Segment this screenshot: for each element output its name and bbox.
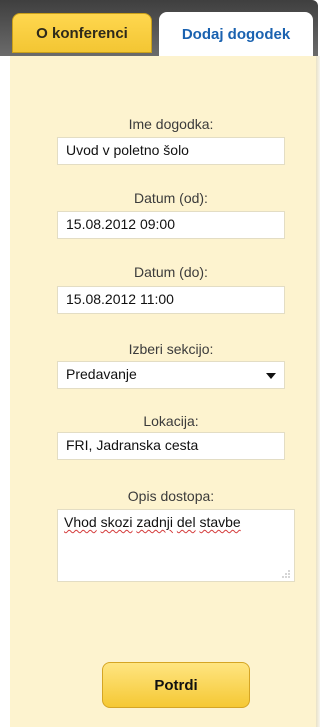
date-to-input[interactable]: 15.08.2012 11:00 bbox=[57, 286, 285, 314]
access-description-textarea[interactable]: Vhod skozi zadnji del stavbe bbox=[57, 509, 295, 582]
resize-grip-icon[interactable] bbox=[280, 568, 290, 578]
access-word: skozi bbox=[100, 514, 133, 530]
tab-about-label: O konferenci bbox=[36, 24, 128, 42]
confirm-button[interactable]: Potrdi bbox=[102, 662, 250, 708]
section-label: Izberi sekcijo: bbox=[128, 341, 214, 357]
access-word: stavbe bbox=[199, 514, 241, 530]
tab-add-event[interactable]: Dodaj dogodek bbox=[159, 12, 313, 56]
section-select[interactable]: Predavanje bbox=[57, 361, 285, 389]
panel-shadow bbox=[316, 56, 320, 727]
event-name-label: Ime dogodka: bbox=[128, 116, 214, 132]
location-label: Lokacija: bbox=[143, 413, 199, 429]
tab-add-label: Dodaj dogodek bbox=[181, 25, 291, 43]
access-word: del bbox=[176, 514, 196, 530]
tab-about-conference[interactable]: O konferenci bbox=[12, 13, 152, 53]
date-from-label: Datum (od): bbox=[134, 190, 208, 206]
date-from-input[interactable]: 15.08.2012 09:00 bbox=[57, 211, 285, 239]
confirm-button-label: Potrdi bbox=[154, 676, 198, 694]
chevron-down-icon bbox=[266, 373, 276, 379]
access-word: Vhod bbox=[64, 514, 97, 530]
section-selected-value: Predavanje bbox=[66, 366, 137, 382]
location-input[interactable]: FRI, Jadranska cesta bbox=[57, 432, 285, 460]
event-name-input[interactable]: Uvod v poletno šolo bbox=[57, 137, 285, 165]
access-word: zadnji bbox=[136, 514, 173, 530]
date-to-label: Datum (do): bbox=[134, 264, 208, 280]
access-description-label: Opis dostopa: bbox=[127, 488, 215, 504]
tab-bar: O konferenci Dodaj dogodek bbox=[0, 0, 318, 56]
